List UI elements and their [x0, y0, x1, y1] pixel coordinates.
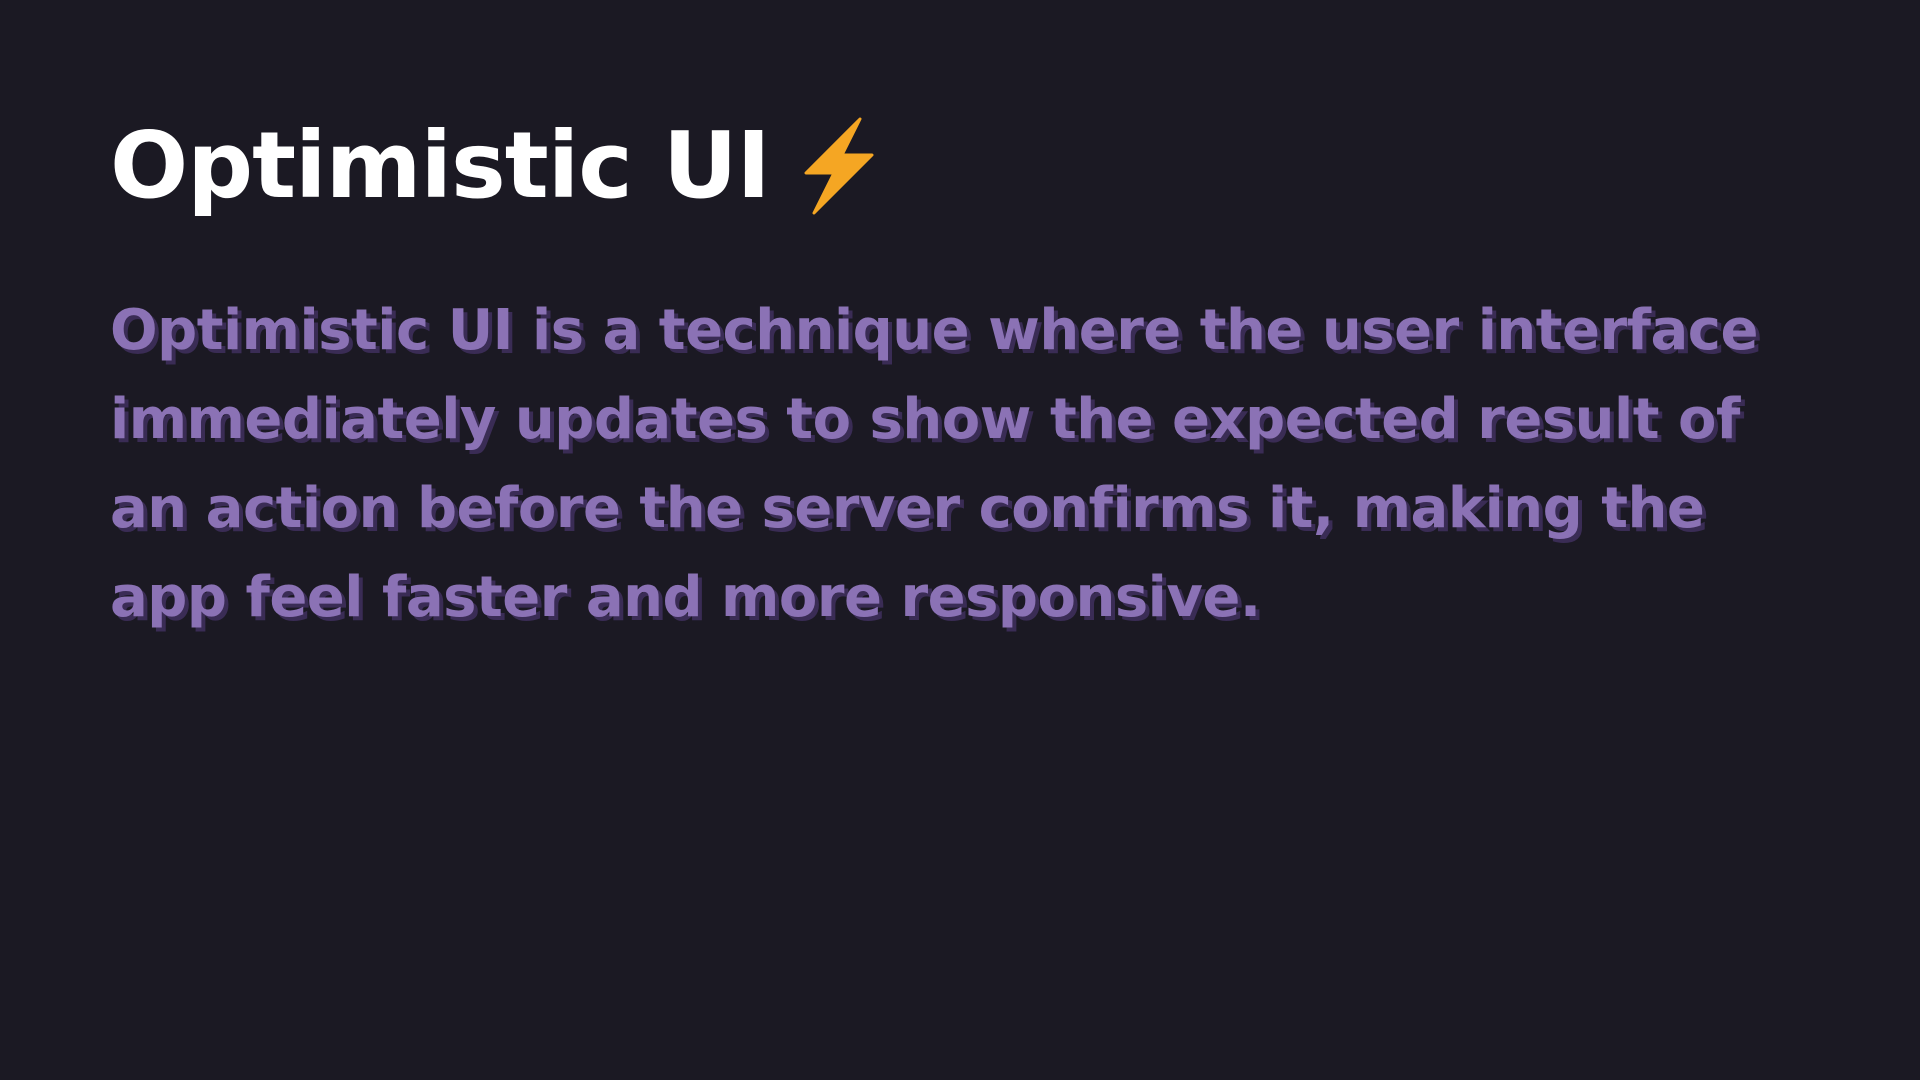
slide-body-text: Optimistic UI is a technique where the u… [110, 298, 1758, 630]
slide-title: Optimistic UI [110, 112, 771, 219]
lightning-bolt-icon [796, 117, 880, 215]
title-row: Optimistic UI [110, 112, 1810, 220]
slide: Optimistic UI Optimistic UI is a techniq… [0, 0, 1920, 1080]
